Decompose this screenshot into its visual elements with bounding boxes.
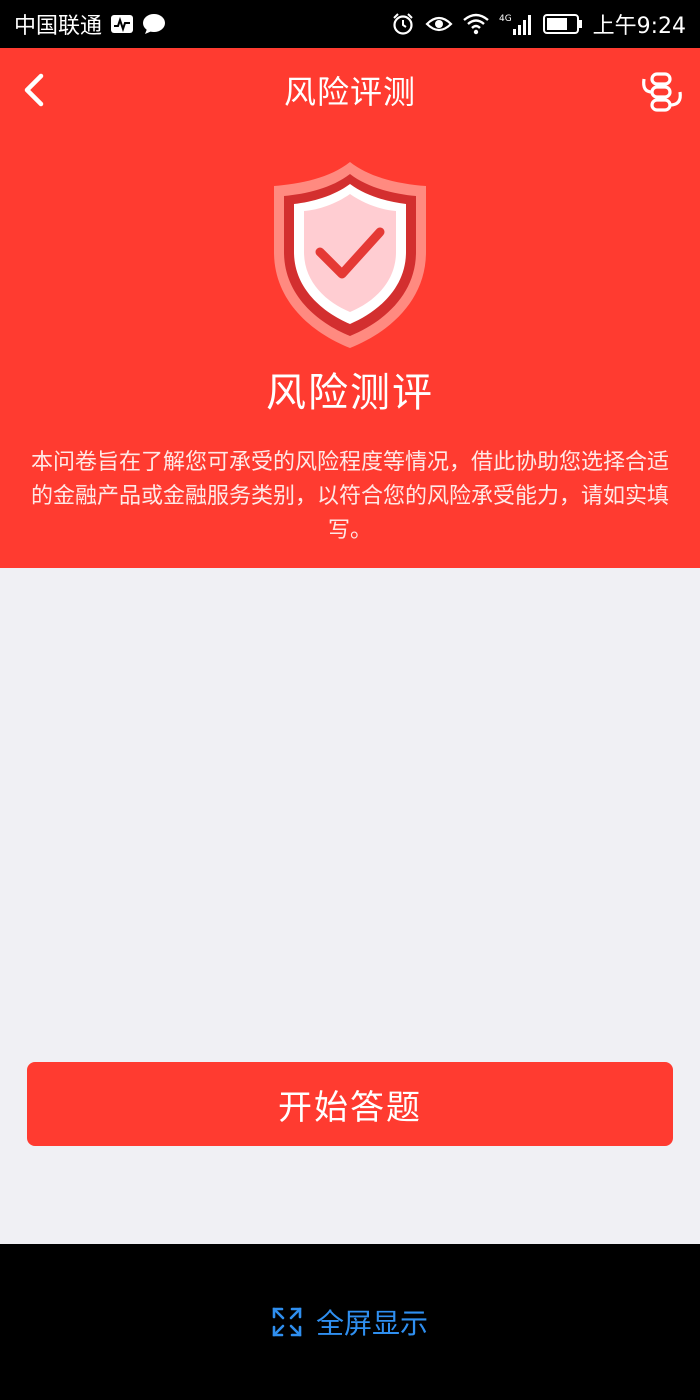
- fullscreen-button[interactable]: 全屏显示: [272, 1302, 428, 1342]
- bottom-bar: 全屏显示: [0, 1244, 700, 1400]
- back-arrow-icon: [24, 73, 44, 107]
- clock-label: 上午9:24: [592, 14, 686, 39]
- battery-icon: [542, 13, 583, 35]
- share-link-icon: [642, 72, 682, 112]
- fullscreen-label: 全屏显示: [315, 1307, 428, 1340]
- hero-title: 风险测评: [266, 370, 434, 416]
- share-button[interactable]: [636, 66, 688, 118]
- page-title: 风险评测: [283, 73, 416, 111]
- back-button[interactable]: [10, 66, 58, 114]
- start-quiz-button[interactable]: 开始答题: [27, 1062, 673, 1146]
- wifi-icon: [462, 13, 489, 35]
- carrier-label: 中国联通: [14, 14, 103, 39]
- activity-icon: [110, 14, 134, 34]
- nav-bar: 风险评测: [0, 48, 700, 132]
- network-label: 4G: [499, 14, 512, 24]
- shield-check-icon: [274, 162, 426, 348]
- fullscreen-expand-icon: [272, 1307, 302, 1337]
- eye-icon: [425, 14, 453, 34]
- status-right: 4G 上午9:24: [391, 8, 686, 40]
- alarm-icon: [391, 12, 415, 36]
- main-content: 开始答题: [0, 568, 700, 1244]
- status-bar: 中国联通 4G 上午9:24: [0, 0, 700, 48]
- hero-description: 本问卷旨在了解您可承受的风险程度等情况，借此协助您选择合适的金融产品或金融服务类…: [30, 450, 669, 543]
- chat-bubble-icon: [142, 13, 166, 35]
- status-left: 中国联通: [14, 8, 166, 40]
- signal-icon: 4G: [499, 12, 533, 36]
- header-panel: 风险评测 风险测评 本问卷旨在了解您可承受的风险程度等情况，借此协助您选择合适的…: [0, 48, 700, 568]
